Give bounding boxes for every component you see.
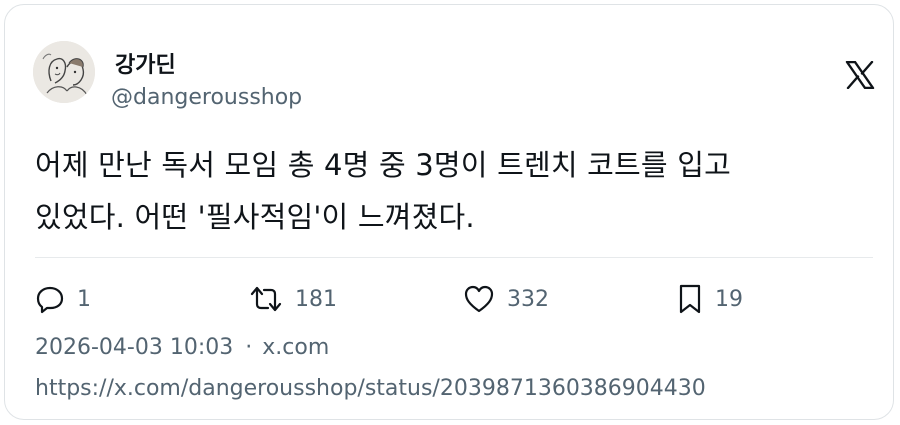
timestamp[interactable]: 2026-04-03 10:03	[35, 335, 233, 360]
retweet-count: 181	[295, 286, 337, 312]
reply-button[interactable]: 1	[35, 281, 91, 317]
tweet-url[interactable]: https://x.com/dangerousshop/status/20398…	[35, 376, 706, 401]
like-button[interactable]: 332	[463, 281, 549, 317]
bookmark-icon	[677, 283, 703, 315]
tweet-text: 어제 만난 독서 모임 총 4명 중 3명이 트렌치 코트를 입고 있었다. 어…	[35, 139, 875, 243]
tweet-card: 강가딘 @dangerousshop 어제 만난 독서 모임 총 4명 중 3명…	[4, 4, 894, 420]
reply-icon	[35, 284, 65, 314]
display-name[interactable]: 강가딘	[115, 47, 176, 79]
user-handle[interactable]: @dangerousshop	[111, 85, 302, 110]
like-count: 332	[507, 286, 549, 312]
bookmark-count: 19	[715, 286, 743, 312]
source-label[interactable]: x.com	[262, 335, 329, 360]
tweet-meta: 2026-04-03 10:03 · x.com	[35, 335, 329, 360]
tweet-text-line-2: 있었다. 어떤 '필사적임'이 느껴졌다.	[35, 200, 475, 234]
meta-separator: ·	[245, 335, 253, 360]
x-logo-icon[interactable]	[845, 60, 875, 90]
heart-icon	[463, 284, 495, 314]
bookmark-button[interactable]: 19	[677, 281, 743, 317]
divider	[35, 257, 873, 258]
avatar[interactable]	[33, 41, 95, 103]
tweet-text-line-1: 어제 만난 독서 모임 총 4명 중 3명이 트렌치 코트를 입고	[35, 148, 731, 182]
retweet-icon	[249, 284, 283, 314]
retweet-button[interactable]: 181	[249, 281, 337, 317]
reply-count: 1	[77, 286, 91, 312]
